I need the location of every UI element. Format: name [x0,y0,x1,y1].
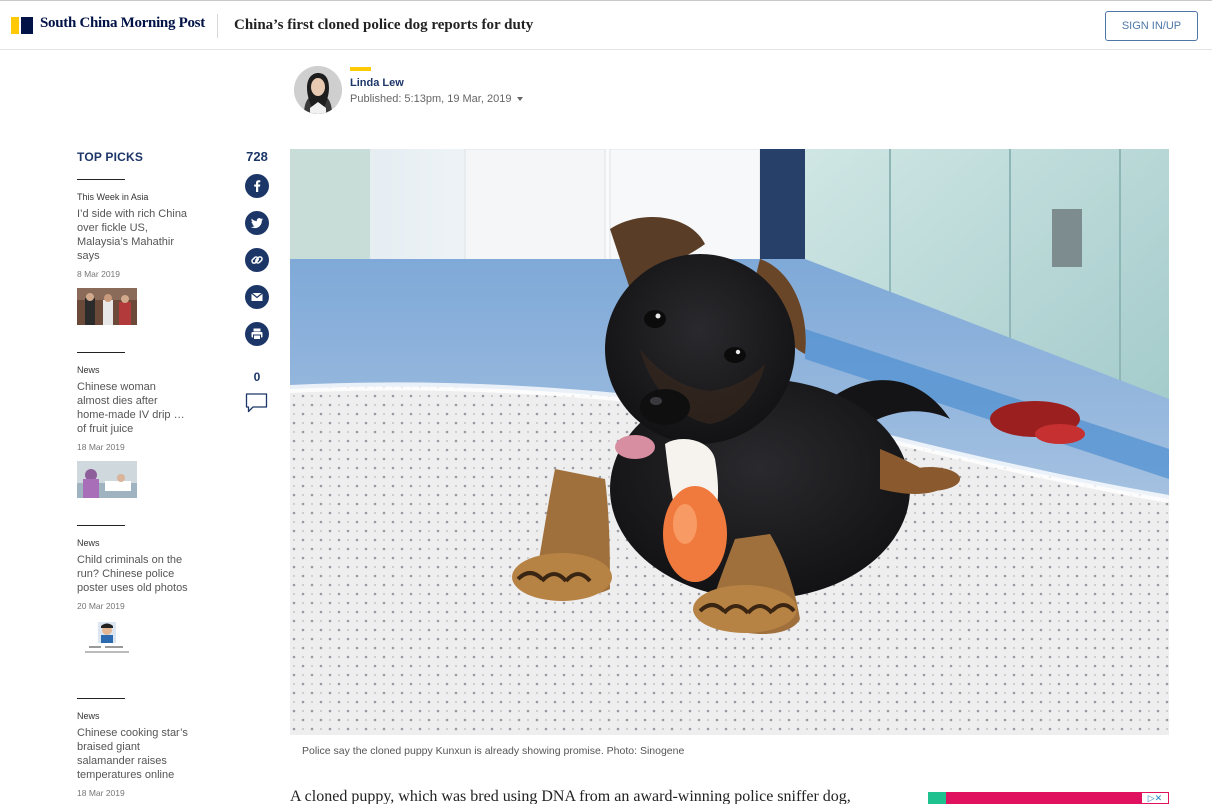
comment-icon[interactable] [245,392,269,414]
pick-date: 18 Mar 2019 [77,788,125,798]
author-name[interactable]: Linda Lew [350,77,404,89]
twitter-icon [251,218,263,229]
pick-section: News [77,365,100,375]
share-count: 728 [246,149,268,164]
header-article-title: China’s first cloned police dog reports … [234,17,534,33]
email-share-button[interactable] [245,285,269,309]
pick-thumbnail[interactable] [77,288,137,325]
pick-title[interactable]: I’d side with rich China over fickle US,… [77,207,189,263]
published-text: Published: 5:13pm, 19 Mar, 2019 [350,93,512,105]
facebook-icon [254,180,261,192]
header-divider [217,14,218,38]
author-avatar[interactable] [294,66,342,114]
site-header: South China Morning Post China’s first c… [0,0,1212,50]
chevron-down-icon[interactable] [517,97,524,102]
print-button[interactable] [245,322,269,346]
top-picks-heading: TOP PICKS [77,150,144,164]
pick-thumbnail[interactable] [77,620,137,657]
pick-title[interactable]: Child criminals on the run? Chinese poli… [77,553,189,595]
pick-date: 20 Mar 2019 [77,601,125,611]
comment-count: 0 [253,370,261,384]
email-icon [251,292,263,301]
divider [77,525,125,526]
copy-link-button[interactable] [245,248,269,272]
pick-thumbnail[interactable] [77,461,137,498]
twitter-share-button[interactable] [245,211,269,235]
pick-title[interactable]: Chinese cooking star’s braised giant sal… [77,726,189,782]
pick-section: This Week in Asia [77,192,149,202]
pick-section: News [77,711,100,721]
sign-in-button[interactable]: SIGN IN/UP [1105,11,1198,41]
top-pick-item[interactable]: This Week in Asia I’d side with rich Chi… [77,179,197,325]
divider [77,352,125,353]
top-pick-item[interactable]: News Child criminals on the run? Chinese… [77,525,197,657]
divider [77,698,125,699]
author-accent-bar [350,67,371,71]
advertisement[interactable]: ▷✕ [928,792,1169,804]
pick-section: News [77,538,100,548]
hero-photo[interactable] [290,149,1169,735]
facebook-share-button[interactable] [245,174,269,198]
published-date[interactable]: Published: 5:13pm, 19 Mar, 2019 [350,93,524,105]
print-icon [251,328,263,340]
hero-caption: Police say the cloned puppy Kunxun is al… [302,745,685,757]
pick-date: 8 Mar 2019 [77,269,120,279]
link-icon [251,256,263,264]
ad-accent [928,792,946,804]
adchoices-close-icon[interactable]: ▷✕ [1142,793,1168,803]
article-lead-paragraph: A cloned puppy, which was bred using DNA… [290,788,851,804]
brand-name[interactable]: South China Morning Post [40,15,205,32]
pick-date: 18 Mar 2019 [77,442,125,452]
scmp-logo-icon[interactable] [11,17,33,34]
top-pick-item[interactable]: News Chinese woman almost dies after hom… [77,352,197,498]
pick-title[interactable]: Chinese woman almost dies after home-mad… [77,380,189,436]
divider [77,179,125,180]
top-pick-item[interactable]: News Chinese cooking star’s braised gian… [77,698,197,798]
